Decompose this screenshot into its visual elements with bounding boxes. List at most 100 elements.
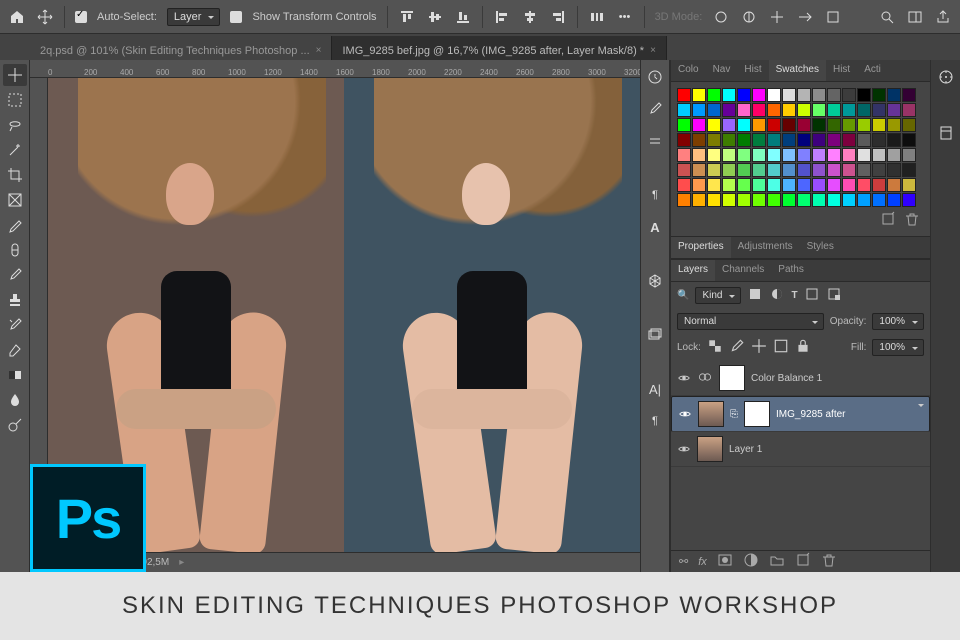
move-tool[interactable] (3, 64, 27, 86)
swatch[interactable] (902, 88, 916, 102)
swatch[interactable] (797, 118, 811, 132)
swatch[interactable] (782, 178, 796, 192)
swatch[interactable] (782, 133, 796, 147)
panel-tab[interactable]: Hist (737, 60, 768, 81)
swatch[interactable] (677, 193, 691, 207)
new-layer-icon[interactable] (795, 552, 811, 571)
layer-thumbnail[interactable] (697, 436, 723, 462)
3d-scale-icon[interactable] (824, 8, 842, 26)
swatch[interactable] (827, 193, 841, 207)
swatch[interactable] (752, 178, 766, 192)
swatch[interactable] (887, 163, 901, 177)
panel-tab[interactable]: Acti (857, 60, 888, 81)
libraries-panel-icon[interactable] (934, 122, 958, 144)
swatch[interactable] (842, 163, 856, 177)
swatch[interactable] (692, 178, 706, 192)
crop-tool[interactable] (3, 164, 27, 186)
healing-tool[interactable] (3, 239, 27, 261)
layer-filter-dropdown[interactable]: Kind (695, 287, 741, 304)
swatch[interactable] (737, 103, 751, 117)
swatch[interactable] (692, 88, 706, 102)
swatch[interactable] (707, 193, 721, 207)
align-bottom-icon[interactable] (454, 8, 472, 26)
swatch[interactable] (692, 193, 706, 207)
swatch[interactable] (872, 163, 886, 177)
swatch[interactable] (827, 103, 841, 117)
show-transform-checkbox[interactable] (230, 11, 242, 23)
swatch[interactable] (842, 103, 856, 117)
auto-select-dropdown[interactable]: Layer (167, 8, 221, 26)
3d-slide-icon[interactable] (796, 8, 814, 26)
swatch[interactable] (797, 103, 811, 117)
opacity-input[interactable]: 100% (872, 313, 924, 330)
3d-orbit-icon[interactable] (712, 8, 730, 26)
filter-shape-icon[interactable] (804, 286, 820, 305)
mask-thumbnail[interactable] (744, 401, 770, 427)
visibility-toggle[interactable] (678, 407, 692, 421)
swatch[interactable] (737, 193, 751, 207)
frame-tool[interactable] (3, 189, 27, 211)
swatch[interactable] (692, 133, 706, 147)
swatch[interactable] (767, 118, 781, 132)
swatch[interactable] (887, 148, 901, 162)
filter-pixel-icon[interactable] (747, 286, 763, 305)
swatch[interactable] (902, 148, 916, 162)
link-icon[interactable]: ⎘ (730, 409, 738, 420)
swatch[interactable] (887, 193, 901, 207)
blend-mode-dropdown[interactable]: Normal (677, 313, 824, 330)
swatch[interactable] (752, 148, 766, 162)
swatch[interactable] (887, 133, 901, 147)
swatch[interactable] (722, 178, 736, 192)
swatch[interactable] (827, 163, 841, 177)
swatch[interactable] (842, 193, 856, 207)
paragraph-panel-icon[interactable]: ¶ (643, 184, 667, 206)
learn-panel-icon[interactable] (934, 66, 958, 88)
swatch[interactable] (782, 103, 796, 117)
layer-name[interactable]: Layer 1 (729, 444, 924, 455)
swatch[interactable] (872, 193, 886, 207)
swatch[interactable] (797, 163, 811, 177)
swatch[interactable] (692, 148, 706, 162)
layer-name[interactable]: IMG_9285 after (776, 409, 923, 420)
magic-wand-tool[interactable] (3, 139, 27, 161)
swatch[interactable] (767, 148, 781, 162)
dodge-tool[interactable] (3, 414, 27, 436)
panel-tab[interactable]: Adjustments (731, 237, 800, 258)
swatch[interactable] (857, 178, 871, 192)
swatch[interactable] (737, 88, 751, 102)
close-icon[interactable]: × (650, 45, 656, 56)
swatch[interactable] (752, 88, 766, 102)
swatch[interactable] (812, 178, 826, 192)
workspace-switcher-icon[interactable] (906, 8, 924, 26)
share-icon[interactable] (934, 8, 952, 26)
group-icon[interactable] (769, 552, 785, 571)
swatch[interactable] (707, 118, 721, 132)
layer-name[interactable]: Color Balance 1 (751, 373, 924, 384)
swatch[interactable] (872, 148, 886, 162)
swatch[interactable] (857, 163, 871, 177)
align-right-icon[interactable] (549, 8, 567, 26)
swatch[interactable] (737, 118, 751, 132)
lock-position-icon[interactable] (751, 338, 767, 357)
lock-artboard-icon[interactable] (773, 338, 789, 357)
panel-tab[interactable]: Layers (671, 260, 715, 281)
swatch[interactable] (782, 148, 796, 162)
swatch[interactable] (767, 103, 781, 117)
visibility-toggle[interactable] (677, 371, 691, 385)
history-panel-icon[interactable] (643, 66, 667, 88)
blur-tool[interactable] (3, 389, 27, 411)
move-tool-icon[interactable] (36, 8, 54, 26)
swatch[interactable] (752, 103, 766, 117)
swatch[interactable] (827, 133, 841, 147)
history-brush-tool[interactable] (3, 314, 27, 336)
paragraph2-icon[interactable]: ¶ (643, 410, 667, 432)
swatch[interactable] (797, 88, 811, 102)
lasso-tool[interactable] (3, 114, 27, 136)
swatch[interactable] (812, 193, 826, 207)
gradient-tool[interactable] (3, 364, 27, 386)
swatch[interactable] (797, 193, 811, 207)
swatch[interactable] (827, 88, 841, 102)
swatch[interactable] (677, 163, 691, 177)
swatch[interactable] (752, 118, 766, 132)
swatch[interactable] (722, 133, 736, 147)
